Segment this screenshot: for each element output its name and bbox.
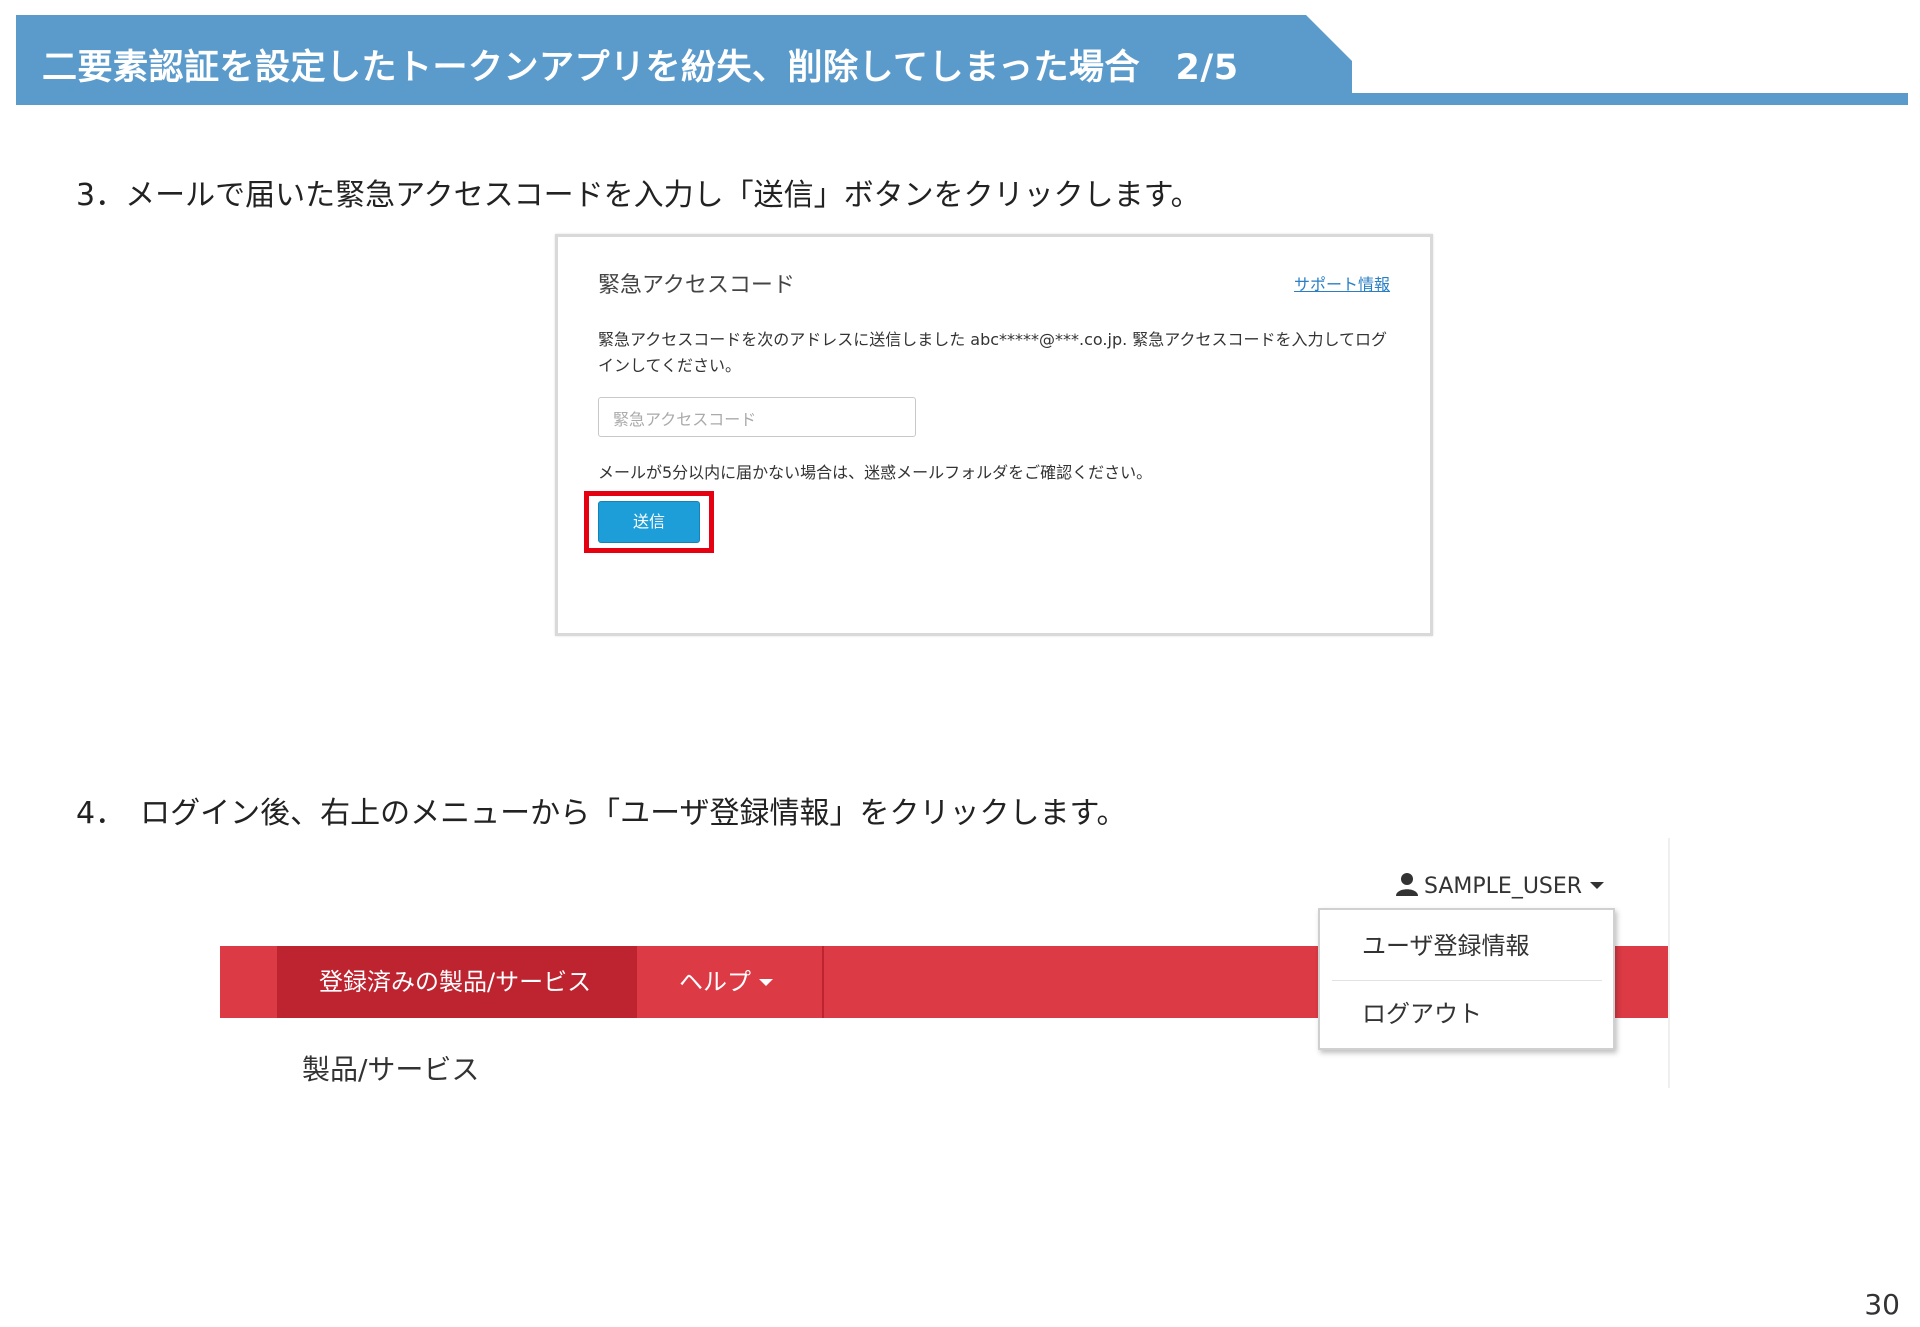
title-underline <box>1352 93 1908 105</box>
send-button[interactable]: 送信 <box>598 501 700 543</box>
step-3-caption: 3．メールで届いた緊急アクセスコードを入力し「送信」ボタンをクリックします。 <box>76 178 1201 213</box>
support-info-link[interactable]: サポート情報 <box>1294 271 1390 295</box>
menu-item-user-registration[interactable]: ユーザ登録情報 <box>1362 926 1530 961</box>
section-title: 製品/サービス <box>302 1053 480 1086</box>
page-number: 30 <box>1864 1288 1900 1321</box>
menu-divider <box>1332 980 1602 981</box>
menu-item-logout[interactable]: ログアウト <box>1362 994 1482 1029</box>
screenshot-edge <box>1668 838 1670 1088</box>
user-dropdown-menu: ユーザ登録情報 ログアウト <box>1318 908 1615 1050</box>
chevron-down-icon <box>759 979 773 986</box>
user-menu-toggle[interactable]: SAMPLE_USER <box>1396 872 1605 902</box>
page-title: 二要素認証を設定したトークンアプリを紛失、削除してしまった場合 2/5 <box>42 48 1239 88</box>
chevron-down-icon <box>1590 882 1605 889</box>
title-banner: 二要素認証を設定したトークンアプリを紛失、削除してしまった場合 2/5 <box>16 15 1352 105</box>
portal-screenshot: SAMPLE_USER 登録済みの製品/サービス ヘルプ 製品/サービス ユーザ… <box>220 838 1670 1088</box>
access-code-input[interactable]: 緊急アクセスコード <box>598 397 916 437</box>
emergency-access-card: 緊急アクセスコード サポート情報 緊急アクセスコードを次のアドレスに送信しました… <box>555 234 1433 636</box>
card-message: 緊急アクセスコードを次のアドレスに送信しました abc*****@***.co.… <box>598 330 1388 375</box>
step-4-caption: 4． ログイン後、右上のメニューから「ユーザ登録情報」をクリックします。 <box>76 796 1127 831</box>
card-title: 緊急アクセスコード <box>598 273 795 298</box>
nav-registered-products[interactable]: 登録済みの製品/サービス <box>277 946 637 1018</box>
user-name: SAMPLE_USER <box>1424 874 1583 899</box>
nav-help[interactable]: ヘルプ <box>637 946 824 1018</box>
spam-folder-note: メールが5分以内に届かない場合は、迷惑メールフォルダをご確認ください。 <box>598 463 1153 482</box>
nav-help-label: ヘルプ <box>679 968 751 996</box>
user-icon <box>1396 872 1418 902</box>
